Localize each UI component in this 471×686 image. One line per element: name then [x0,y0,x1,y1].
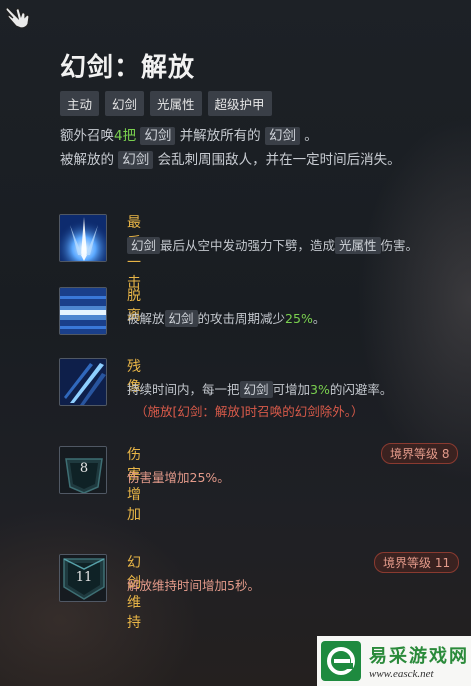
afterimage-icon [59,358,107,406]
keyword-chip: 光属性 [335,237,381,254]
watermark-url: www.easck.net [369,668,434,680]
subskill-note: （施放[幻剑：解放]时召唤的幻剑除外。） [135,404,364,419]
subskill-desc: 幻剑 最后从空中发动强力下劈，造成 光属性 伤害。 [127,235,418,257]
final-strike-icon [59,214,107,262]
disengage-icon [59,287,107,335]
subskill-desc: 被解放 幻剑 的攻击周期减少25%。 [127,310,326,327]
evasion-value: 3% [310,382,330,397]
summon-count: 4把 [114,128,137,144]
realm-level-badge: 境界等级 8 [381,443,459,464]
keyword-chip: 幻剑 [164,310,198,327]
sword-sustain-icon: 11 [59,554,107,602]
keyword-chip: 幻剑 [127,237,161,254]
pointer-hand-icon [5,7,30,29]
keyword-chip: 幻剑 [239,381,273,398]
skill-description: 额外召唤4把 幻剑 并解放所有的 幻剑 。 被解放的 幻剑 会乱刺周围敌人，并在… [60,124,401,172]
desc-line-1: 额外召唤4把 幻剑 并解放所有的 幻剑 。 [60,127,318,145]
tag-phantom-sword: 幻剑 [105,91,145,116]
site-logo-icon [321,641,361,681]
tag-active: 主动 [60,91,100,116]
keyword-chip: 幻剑 [264,127,300,145]
tag-light-element: 光属性 [150,91,202,116]
subskill-desc: 伤害量增加25%。 [127,470,230,485]
level-number: 8 [79,461,89,476]
skill-tags: 主动 幻剑 光属性 超级护甲 [60,91,272,116]
desc-line-2: 被解放的 幻剑 会乱刺周围敌人，并在一定时间后消失。 [60,151,401,169]
damage-increase-icon: 8 [59,446,107,494]
subskill-desc: 持续时间内，每一把 幻剑 可增加3%的闪避率。 （施放[幻剑：解放]时召唤的幻剑除外… [127,379,392,423]
realm-level-badge: 境界等级 11 [374,552,460,573]
subskill-desc: 解放维持时间增加5秒。 [127,578,260,593]
tag-super-armor: 超级护甲 [207,91,272,116]
site-watermark: 易采游戏网 www.easck.net [317,636,471,686]
skill-title: 幻剑：解放 [60,53,196,83]
level-number: 11 [75,570,93,585]
reduction-value: 25% [285,311,313,326]
keyword-chip: 幻剑 [140,127,176,145]
keyword-chip: 幻剑 [118,151,154,169]
watermark-name: 易采游戏网 [369,646,469,667]
